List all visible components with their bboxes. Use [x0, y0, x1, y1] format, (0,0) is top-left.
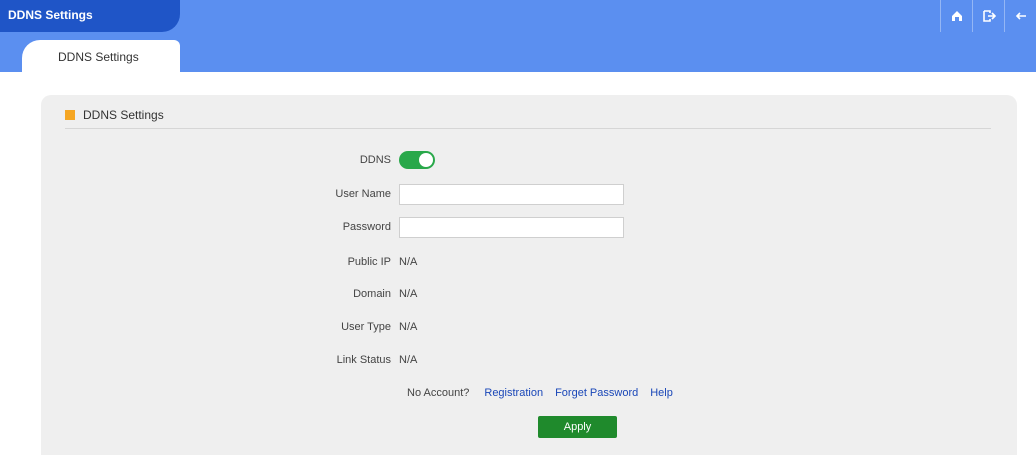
apply-button[interactable]: Apply	[538, 416, 617, 438]
toggle-knob	[419, 153, 433, 167]
user-type-label: User Type	[341, 321, 391, 333]
username-input[interactable]	[399, 183, 624, 205]
app-title: DDNS Settings	[8, 8, 93, 22]
header-icon-group	[940, 0, 1036, 32]
domain-row: Domain N/A	[241, 283, 741, 305]
ddns-row: DDNS	[241, 149, 741, 171]
forget-password-link[interactable]: Forget Password	[555, 387, 638, 399]
section-title: DDNS Settings	[83, 108, 164, 122]
password-label: Password	[342, 221, 391, 233]
tab-ddns-settings[interactable]: DDNS Settings	[22, 40, 180, 74]
help-link[interactable]: Help	[650, 387, 673, 399]
settings-panel: DDNS Settings DDNS User Name Password Pu…	[41, 95, 1017, 455]
public-ip-label: Public IP	[347, 256, 391, 268]
app-title-box: DDNS Settings	[0, 0, 180, 32]
back-icon[interactable]	[1004, 0, 1036, 32]
top-bar: DDNS Settings DDNS Settings	[0, 0, 1036, 74]
link-status-row: Link Status N/A	[241, 349, 741, 371]
domain-value: N/A	[399, 288, 418, 300]
account-links: No Account? Registration Forget Password…	[407, 387, 685, 399]
section-marker-icon	[65, 110, 75, 120]
link-status-value: N/A	[399, 354, 418, 366]
ddns-toggle[interactable]	[399, 151, 435, 169]
public-ip-row: Public IP N/A	[241, 251, 741, 273]
password-row: Password	[241, 216, 741, 238]
tab-label: DDNS Settings	[58, 50, 139, 64]
home-icon[interactable]	[940, 0, 972, 32]
domain-label: Domain	[353, 288, 391, 300]
username-row: User Name	[241, 183, 741, 205]
section-header: DDNS Settings	[65, 108, 164, 122]
password-input[interactable]	[399, 216, 624, 238]
user-type-value: N/A	[399, 321, 418, 333]
no-account-text: No Account?	[407, 387, 470, 399]
logout-icon[interactable]	[972, 0, 1004, 32]
registration-link[interactable]: Registration	[484, 387, 543, 399]
link-status-label: Link Status	[336, 354, 391, 366]
user-type-row: User Type N/A	[241, 316, 741, 338]
username-label: User Name	[335, 188, 391, 200]
section-divider	[65, 128, 991, 129]
public-ip-value: N/A	[399, 256, 418, 268]
ddns-label: DDNS	[359, 154, 391, 166]
